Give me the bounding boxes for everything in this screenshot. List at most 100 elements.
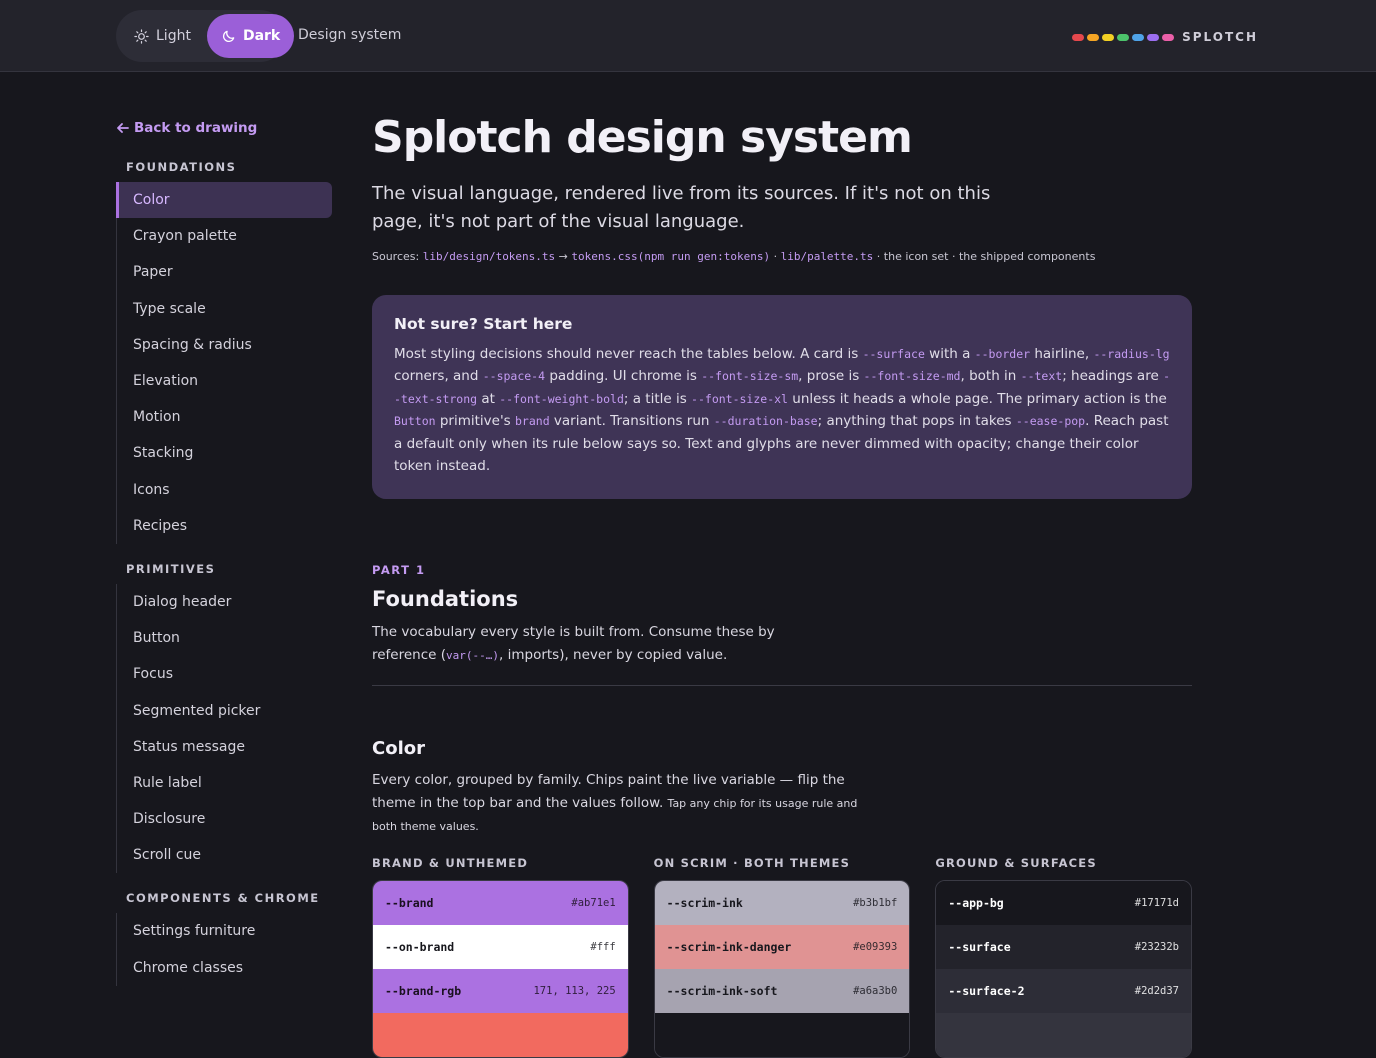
theme-option-dark[interactable]: Dark: [206, 14, 295, 58]
gen-tokens-command: (npm run gen:tokens): [637, 250, 771, 263]
sidebar-item-type-scale[interactable]: Type scale: [117, 291, 332, 327]
sidebar-item-status-message[interactable]: Status message: [117, 729, 332, 765]
chip-token-name: --on-brand: [385, 940, 455, 954]
brand-dot: [1162, 33, 1175, 41]
sidebar-item-scroll-cue[interactable]: Scroll cue: [117, 837, 332, 873]
callout-text: with a: [924, 346, 975, 362]
sidebar-item-settings-furniture[interactable]: Settings furniture: [117, 913, 332, 949]
token-code: --font-size-xl: [691, 391, 788, 406]
chip-token-value: #23232b: [1134, 941, 1180, 953]
sidebar-item-color[interactable]: Color: [116, 182, 332, 219]
token-code: --font-weight-bold: [499, 391, 624, 406]
color-section-description: Every color, grouped by family. Chips pa…: [372, 769, 872, 838]
brand-logo[interactable]: SPLOTCH: [1072, 30, 1258, 44]
sidebar-item-paper[interactable]: Paper: [117, 254, 332, 290]
sun-icon: [134, 28, 149, 44]
callout-text: padding. UI chrome is: [545, 368, 702, 385]
part-desc-code: var(--…): [446, 649, 500, 662]
sources-sep: ·: [773, 250, 778, 263]
sidebar-item-focus[interactable]: Focus: [117, 656, 332, 692]
sources-arrow: →: [558, 250, 568, 263]
callout-text: variant. Transitions run: [549, 413, 714, 430]
sidebar-item-motion[interactable]: Motion: [117, 399, 332, 435]
color-chip[interactable]: --app-bg #17171d: [936, 881, 1192, 925]
callout-text: primitive's: [435, 413, 515, 430]
color-group: ON SCRIM · BOTH THEMES --scrim-ink #b3b1bf…: [653, 856, 911, 1058]
sidebar-item-chrome-classes[interactable]: Chrome classes: [117, 950, 332, 986]
chip-token-value: #fff: [590, 941, 616, 953]
token-code: brand: [515, 414, 550, 429]
color-group-title: GROUND & SURFACES: [935, 856, 1097, 870]
token-code: Button: [394, 414, 436, 429]
callout-title: Not sure? Start here: [394, 315, 573, 333]
token-code: --duration-base: [713, 414, 818, 429]
color-chip-list: --scrim-ink #b3b1bf --scrim-ink-danger #e09…: [653, 880, 911, 1058]
sidebar-item-button[interactable]: Button: [117, 620, 332, 656]
sources-line: Sources: lib/design/tokens.ts → tokens.c…: [372, 250, 1192, 263]
page-lede: The visual language, rendered live from …: [372, 183, 991, 232]
brand-dot: [1102, 33, 1115, 41]
callout-text: ; headings are: [1062, 368, 1164, 385]
chip-token-name: --scrim-ink: [666, 896, 743, 910]
back-to-drawing-link[interactable]: Back to drawing: [116, 118, 332, 138]
callout-text: ; a title is: [623, 390, 692, 407]
sidebar-item-stacking[interactable]: Stacking: [117, 435, 332, 471]
tokens-css-path: tokens.css: [571, 250, 638, 263]
sidebar-item-icons[interactable]: Icons: [117, 472, 332, 508]
color-group-title: ON SCRIM · BOTH THEMES: [653, 856, 851, 870]
part-desc-text-end: , imports), never by copied value.: [499, 647, 728, 663]
token-code: --font-size-md: [863, 369, 961, 384]
callout-text: corners, and: [394, 368, 483, 385]
color-section-title: Color: [372, 738, 425, 759]
color-chip[interactable]: --on-brand #fff: [373, 925, 628, 969]
nav-group-title: FOUNDATIONS: [126, 160, 237, 174]
token-code: --font-size-sm: [701, 369, 799, 384]
color-chip[interactable]: --brand #ab71e1: [373, 881, 628, 925]
section-divider: [372, 685, 1192, 686]
chip-token-value: #17171d: [1134, 897, 1180, 909]
sidebar-item-crayon-palette[interactable]: Crayon palette: [117, 218, 332, 254]
color-chip[interactable]: --scrim-ink-soft #a6a3b0: [654, 969, 910, 1013]
sidebar-item-spacing-radius[interactable]: Spacing & radius: [117, 327, 332, 363]
color-chip-list: --app-bg #17171d --surface #23232b --surface…: [935, 880, 1193, 1058]
color-group-title: BRAND & UNTHEMED: [372, 856, 529, 870]
chip-token-name: --brand: [385, 896, 434, 910]
chip-token-value: #e09393: [853, 941, 898, 953]
chip-token-name: --surface-2: [948, 984, 1025, 998]
theme-option-label: Light: [156, 28, 191, 44]
color-group: BRAND & UNTHEMED --brand #ab71e1 --on-brand…: [372, 856, 629, 1058]
color-chip[interactable]: --surface-2 #2d2d37: [936, 969, 1192, 1013]
color-chip[interactable]: --scrim-ink #b3b1bf: [654, 881, 910, 925]
theme-option-label: Dark: [242, 28, 281, 44]
color-chip[interactable]: --surface #23232b: [936, 925, 1192, 969]
color-chip[interactable]: --brand-rgb 171, 113, 225: [373, 969, 628, 1013]
chip-token-name: --scrim-ink-soft: [666, 984, 778, 998]
chip-token-value: #b3b1bf: [853, 897, 898, 909]
sidebar-item-segmented-picker[interactable]: Segmented picker: [117, 692, 332, 728]
token-code: --border: [974, 347, 1031, 361]
tokens-ts-path: lib/design/tokens.ts: [422, 250, 556, 263]
callout-text: , prose is: [798, 368, 864, 385]
brand-dot: [1117, 33, 1130, 41]
token-code: --ease-pop: [1015, 414, 1086, 429]
callout-text: Most styling decisions should never reac…: [394, 346, 863, 362]
sidebar-item-recipes[interactable]: Recipes: [117, 508, 332, 544]
sources-rest: · the icon set · the shipped components: [876, 250, 1096, 263]
palette-ts-path: lib/palette.ts: [780, 250, 874, 263]
chip-token-name: --scrim-ink-danger: [666, 940, 792, 954]
sidebar-item-elevation[interactable]: Elevation: [117, 363, 332, 399]
sidebar-item-disclosure[interactable]: Disclosure: [117, 801, 332, 837]
theme-option-light[interactable]: Light: [120, 14, 205, 58]
color-chip[interactable]: [654, 1013, 910, 1057]
sidebar-item-rule-label[interactable]: Rule label: [117, 765, 332, 801]
color-chip[interactable]: --scrim-ink-danger #e09393: [654, 925, 910, 969]
color-chip[interactable]: [936, 1013, 1192, 1057]
page-title: Splotch design system: [372, 112, 913, 163]
chip-token-value: #2d2d37: [1134, 985, 1180, 997]
moon-icon: [221, 29, 236, 44]
token-code: --text: [1020, 369, 1063, 384]
sidebar-item-dialog-header[interactable]: Dialog header: [117, 584, 332, 620]
back-link-label: Back to drawing: [134, 120, 258, 136]
brand-dot: [1072, 33, 1085, 41]
color-chip[interactable]: [373, 1013, 628, 1057]
